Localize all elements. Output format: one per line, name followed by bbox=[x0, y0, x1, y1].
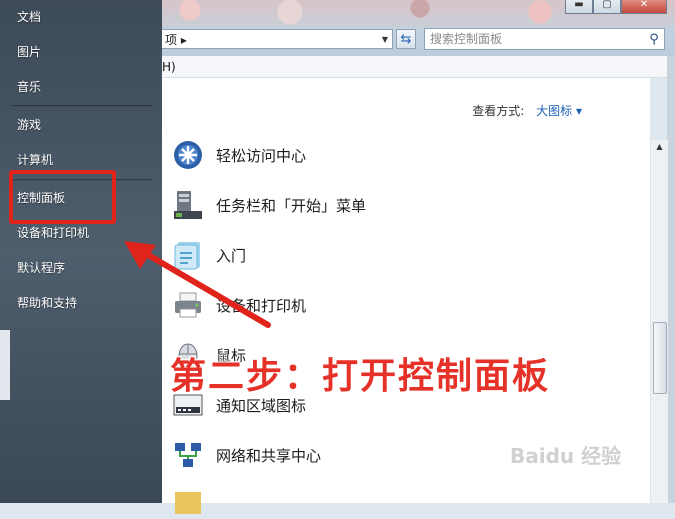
view-by-label: 查看方式: bbox=[472, 104, 525, 118]
start-item-games[interactable]: 游戏 bbox=[17, 114, 41, 136]
scroll-thumb[interactable] bbox=[653, 322, 667, 394]
vertical-scrollbar[interactable]: ▲ bbox=[650, 140, 668, 503]
start-item-help-support[interactable]: 帮助和支持 bbox=[17, 292, 77, 314]
watermark: Baidu 经验 bbox=[510, 444, 622, 468]
search-box[interactable]: ⚲ bbox=[424, 28, 665, 50]
minimize-button[interactable]: ▬ bbox=[565, 0, 593, 14]
start-menu-edge bbox=[0, 330, 10, 400]
refresh-icon: ⇆ bbox=[400, 31, 412, 47]
cp-item-label: 网络和共享中心 bbox=[216, 446, 322, 465]
maximize-button[interactable]: ▢ bbox=[593, 0, 621, 14]
cp-item-label: 轻松访问中心 bbox=[216, 146, 307, 165]
start-item-devices-printers[interactable]: 设备和打印机 bbox=[17, 222, 89, 244]
refresh-button[interactable]: ⇆ bbox=[396, 29, 416, 49]
cp-item-network-sharing[interactable]: 网络和共享中心 bbox=[172, 438, 321, 472]
search-icon[interactable]: ⚲ bbox=[644, 32, 664, 47]
ease-of-access-icon bbox=[172, 139, 204, 171]
menu-bar: H) bbox=[160, 56, 668, 78]
cp-item-ease-of-access[interactable]: 轻松访问中心 bbox=[172, 138, 306, 172]
scroll-up-icon[interactable]: ▲ bbox=[651, 142, 668, 151]
menu-help[interactable]: H) bbox=[162, 60, 176, 74]
view-by: 查看方式: 大图标 ▾ bbox=[472, 102, 582, 119]
start-menu-divider bbox=[12, 105, 152, 107]
window-controls: ▬ ▢ ✕ bbox=[565, 0, 667, 14]
search-input[interactable] bbox=[425, 31, 644, 47]
window-border bbox=[667, 56, 675, 503]
folder-icon bbox=[172, 486, 204, 518]
highlight-box bbox=[9, 170, 116, 224]
cp-item-label: 任务栏和「开始」菜单 bbox=[216, 196, 367, 215]
start-item-default-programs[interactable]: 默认程序 bbox=[17, 257, 65, 279]
chevron-down-icon[interactable]: ▼ bbox=[378, 35, 392, 44]
start-item-music[interactable]: 音乐 bbox=[17, 76, 41, 98]
address-text: 项 ▸ bbox=[165, 32, 187, 47]
taskbar-icon bbox=[172, 189, 204, 221]
network-icon bbox=[172, 439, 204, 471]
start-item-documents[interactable]: 文档 bbox=[17, 6, 41, 28]
close-button[interactable]: ✕ bbox=[621, 0, 667, 14]
arrow-icon bbox=[124, 241, 271, 328]
cp-item-taskbar[interactable]: 任务栏和「开始」菜单 bbox=[172, 188, 366, 222]
annotation-text: 第二步：打开控制面板 bbox=[170, 355, 551, 397]
start-item-computer[interactable]: 计算机 bbox=[17, 149, 53, 171]
cp-item-partial[interactable] bbox=[172, 485, 216, 519]
view-by-dropdown[interactable]: 大图标 ▾ bbox=[536, 104, 582, 118]
address-bar[interactable]: 项 ▸ ▼ bbox=[160, 29, 393, 49]
start-item-pictures[interactable]: 图片 bbox=[17, 41, 41, 63]
